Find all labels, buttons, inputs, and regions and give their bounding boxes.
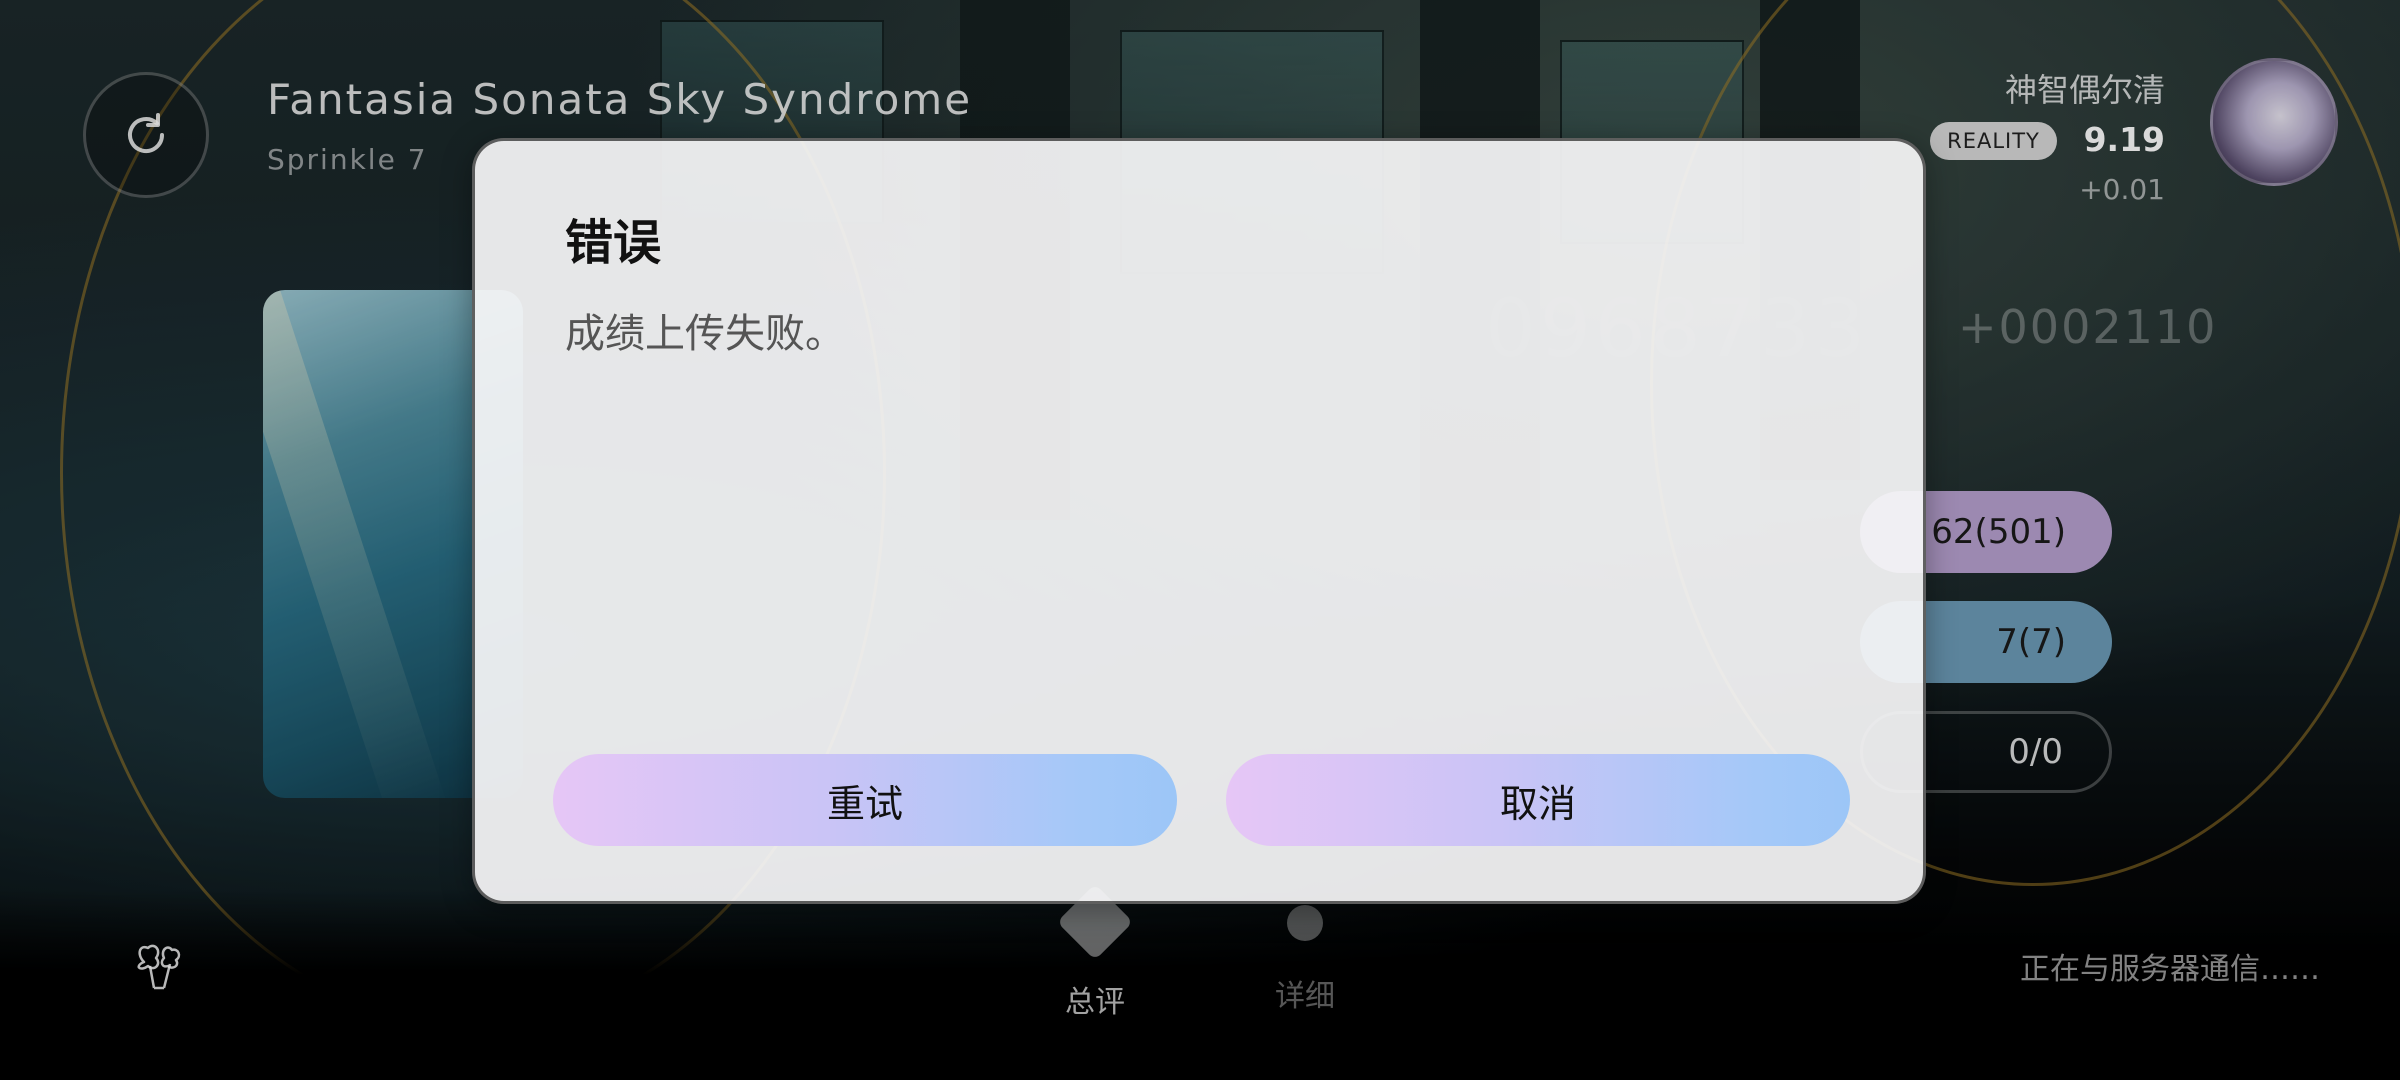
results-screen: Fantasia Sonata Sky Syndrome Sprinkle 7 … [0, 0, 2400, 1080]
dialog-title: 错误 [565, 215, 662, 271]
dialog-message: 成绩上传失败。 [565, 311, 845, 357]
retry-dialog-button[interactable]: 重试 [553, 754, 1177, 846]
error-dialog: 错误 成绩上传失败。 重试 取消 [472, 138, 1926, 904]
cancel-dialog-button[interactable]: 取消 [1226, 754, 1850, 846]
